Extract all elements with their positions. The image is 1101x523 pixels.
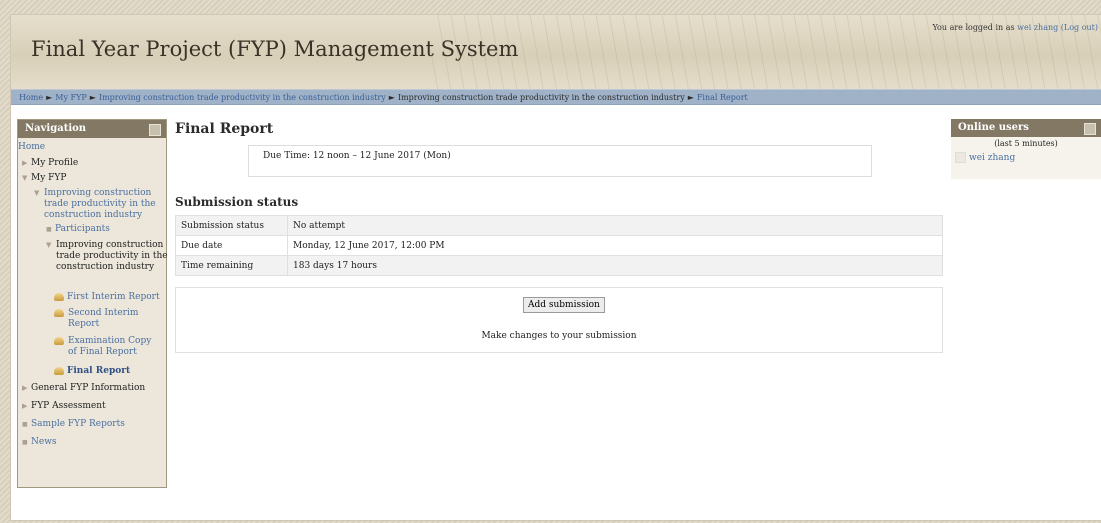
submission-status-heading: Submission status	[175, 195, 299, 209]
nav-item-label: Final Report	[67, 366, 131, 376]
breadcrumb-separator-icon: ►	[89, 93, 96, 102]
nav-item-home[interactable]: Home	[18, 142, 45, 153]
row-value: No attempt	[287, 215, 943, 236]
online-users-title: Online users	[958, 122, 1029, 133]
due-time-box: Due Time: 12 noon – 12 June 2017 (Mon)	[248, 145, 872, 177]
table-row: Due date Monday, 12 June 2017, 12:00 PM	[175, 235, 943, 256]
nav-item-label: Improving construction trade productivit…	[44, 188, 156, 220]
nav-item-label: Participants	[55, 224, 110, 234]
breadcrumb-separator-icon: ►	[687, 93, 694, 102]
nav-item-second-interim-report[interactable]: Second Interim Report	[54, 308, 154, 330]
assignment-icon	[54, 337, 64, 345]
assignment-icon	[54, 309, 64, 317]
nav-item-label: Sample FYP Reports	[31, 419, 125, 429]
navigation-block: Navigation Home ▶ My Profile ▼ My FYP ▼ Im…	[17, 119, 168, 488]
online-user-name: wei zhang	[969, 153, 1016, 163]
collapsed-arrow-icon: ▶	[22, 402, 28, 410]
nav-item-first-interim-report[interactable]: First Interim Report	[54, 292, 168, 303]
bullet-icon: ■	[22, 421, 28, 428]
breadcrumb-separator-icon: ►	[388, 93, 395, 102]
nav-item-sample-fyp-reports[interactable]: ■ Sample FYP Reports	[22, 419, 125, 430]
due-time-text: Due Time: 12 noon – 12 June 2017 (Mon)	[263, 151, 451, 161]
breadcrumb-separator-icon: ►	[46, 93, 53, 102]
nav-item-label: Second Interim Report	[68, 308, 139, 329]
online-users-header: Online users	[951, 119, 1101, 137]
submission-status-table: Submission status No attempt Due date Mo…	[175, 215, 943, 276]
nav-item-participants[interactable]: ■ Participants	[46, 224, 110, 235]
expanded-arrow-icon: ▼	[34, 189, 40, 197]
site-header: Final Year Project (FYP) Management Syst…	[11, 15, 1101, 89]
nav-item-my-fyp[interactable]: ▼ My FYP	[22, 173, 66, 184]
page-title: Final Report	[175, 121, 274, 137]
online-users-subtitle: (last 5 minutes)	[994, 139, 1058, 148]
nav-item-section[interactable]: ▼ Improving construction trade productiv…	[46, 240, 168, 273]
nav-item-fyp-assessment[interactable]: ▶ FYP Assessment	[22, 401, 106, 412]
row-value: Monday, 12 June 2017, 12:00 PM	[287, 235, 943, 256]
nav-item-label: Home	[18, 142, 46, 152]
row-label: Time remaining	[175, 255, 288, 276]
page-frame: Final Year Project (FYP) Management Syst…	[10, 14, 1101, 521]
hide-block-icon[interactable]	[149, 124, 161, 136]
user-avatar-icon	[955, 152, 966, 163]
navigation-block-header: Navigation	[18, 120, 166, 138]
login-prefix: You are logged in as	[932, 23, 1015, 32]
breadcrumb: Home ► My FYP ► Improving construction trade…	[11, 89, 1101, 105]
navigation-title: Navigation	[25, 123, 87, 134]
expanded-arrow-icon: ▼	[22, 174, 28, 182]
nav-item-course[interactable]: ▼ Improving construction trade productiv…	[34, 188, 168, 221]
nav-item-final-report[interactable]: Final Report	[54, 366, 130, 377]
login-info: You are logged in as wei zhang (Log out)	[932, 23, 1098, 32]
nav-item-general-fyp-information[interactable]: ▶ General FYP Information	[22, 383, 145, 394]
nav-item-label: First Interim Report	[67, 292, 160, 302]
nav-item-label: My Profile	[31, 158, 79, 168]
nav-item-label: My FYP	[31, 173, 67, 183]
assignment-icon	[54, 292, 64, 301]
collapsed-arrow-icon: ▶	[22, 159, 28, 167]
table-row: Submission status No attempt	[175, 215, 943, 236]
online-user-link[interactable]: wei zhang	[955, 152, 1015, 163]
collapsed-arrow-icon: ▶	[22, 384, 28, 392]
breadcrumb-home[interactable]: Home	[19, 93, 43, 102]
site-title: Final Year Project (FYP) Management Syst…	[31, 37, 519, 61]
nav-item-label: Examination Copy of Final Report	[68, 336, 152, 357]
nav-item-label: General FYP Information	[31, 383, 146, 393]
nav-item-my-profile[interactable]: ▶ My Profile	[22, 158, 78, 169]
add-submission-button[interactable]: Add submission	[523, 297, 605, 313]
nav-item-label: News	[31, 437, 57, 447]
online-users-body: (last 5 minutes) wei zhang	[951, 137, 1101, 179]
submission-actions-box: Add submission Make changes to your subm…	[175, 287, 943, 353]
assignment-icon	[54, 366, 64, 375]
breadcrumb-section[interactable]: Improving construction trade productivit…	[398, 93, 685, 102]
breadcrumb-course[interactable]: Improving construction trade productivit…	[99, 93, 386, 102]
logout-link[interactable]: (Log out)	[1061, 23, 1098, 32]
breadcrumb-final-report[interactable]: Final Report	[697, 93, 748, 102]
user-profile-link[interactable]: wei zhang	[1017, 23, 1058, 32]
nav-item-label: Improving construction trade productivit…	[56, 240, 168, 272]
nav-item-examination-copy[interactable]: Examination Copy of Final Report	[54, 336, 154, 358]
breadcrumb-my-fyp[interactable]: My FYP	[55, 93, 86, 102]
submission-hint: Make changes to your submission	[481, 331, 637, 341]
table-row: Time remaining 183 days 17 hours	[175, 255, 943, 276]
row-value: 183 days 17 hours	[287, 255, 943, 276]
bullet-icon: ■	[22, 439, 28, 446]
row-label: Submission status	[175, 215, 288, 236]
expanded-arrow-icon: ▼	[46, 241, 52, 249]
online-users-block: Online users (last 5 minutes) wei zhang	[951, 119, 1101, 179]
bullet-icon: ■	[46, 226, 52, 233]
row-label: Due date	[175, 235, 288, 256]
hide-block-icon[interactable]	[1084, 123, 1096, 135]
nav-item-news[interactable]: ■ News	[22, 437, 57, 448]
nav-item-label: FYP Assessment	[31, 401, 106, 411]
